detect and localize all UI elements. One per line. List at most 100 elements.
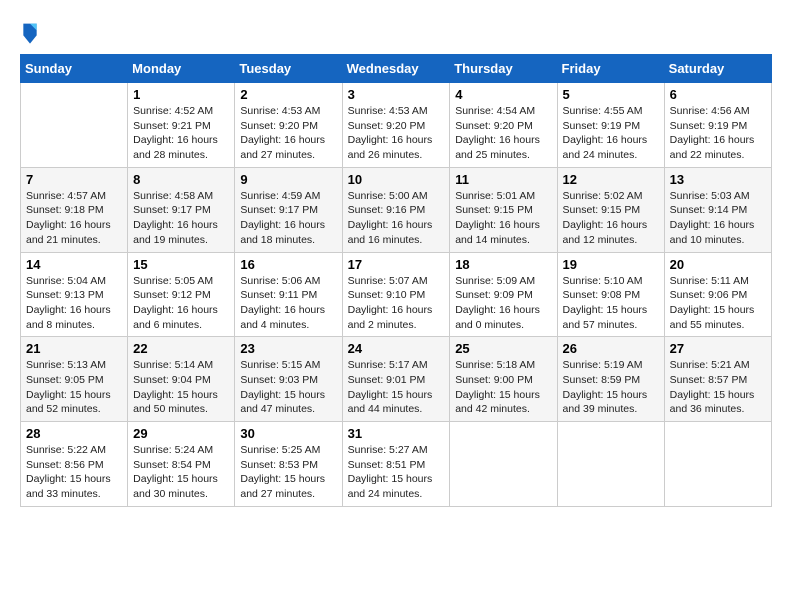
day-number: 1 [133,87,229,102]
day-number: 11 [455,172,551,187]
day-number: 15 [133,257,229,272]
day-number: 8 [133,172,229,187]
day-number: 14 [26,257,122,272]
day-number: 18 [455,257,551,272]
day-header-saturday: Saturday [664,55,771,83]
day-number: 23 [240,341,336,356]
cell-content: Sunrise: 4:54 AM Sunset: 9:20 PM Dayligh… [455,104,551,163]
day-number: 6 [670,87,766,102]
day-number: 10 [348,172,445,187]
calendar-cell: 17 Sunrise: 5:07 AM Sunset: 9:10 PM Dayli… [342,252,450,337]
day-number: 21 [26,341,122,356]
day-header-monday: Monday [128,55,235,83]
calendar-cell: 24Sunrise: 5:17 AM Sunset: 9:01 PM Dayli… [342,337,450,422]
cell-content: Sunrise: 5:01 AM Sunset: 9:15 PM Dayligh… [455,189,551,248]
cell-content: Sunrise: 4:56 AM Sunset: 9:19 PM Dayligh… [670,104,766,163]
cell-content: Sunrise: 5:07 AM Sunset: 9:10 PM Dayligh… [348,274,445,333]
cell-content: Sunrise: 5:04 AM Sunset: 9:13 PM Dayligh… [26,274,122,333]
day-number: 28 [26,426,122,441]
day-number: 9 [240,172,336,187]
cell-content: Sunrise: 5:03 AM Sunset: 9:14 PM Dayligh… [670,189,766,248]
calendar-cell: 18 Sunrise: 5:09 AM Sunset: 9:09 PM Dayli… [450,252,557,337]
day-number: 26 [563,341,659,356]
cell-content: Sunrise: 4:59 AM Sunset: 9:17 PM Dayligh… [240,189,336,248]
calendar-cell: 13 Sunrise: 5:03 AM Sunset: 9:14 PM Dayli… [664,167,771,252]
calendar-cell: 31 Sunrise: 5:27 AM Sunset: 8:51 PM Dayli… [342,422,450,507]
calendar-cell: 11 Sunrise: 5:01 AM Sunset: 9:15 PM Dayli… [450,167,557,252]
calendar-cell: 6 Sunrise: 4:56 AM Sunset: 9:19 PM Daylig… [664,83,771,168]
day-number: 24 [348,341,445,356]
day-number: 17 [348,257,445,272]
day-header-friday: Friday [557,55,664,83]
day-header-tuesday: Tuesday [235,55,342,83]
calendar-cell [21,83,128,168]
cell-content: Sunrise: 5:09 AM Sunset: 9:09 PM Dayligh… [455,274,551,333]
cell-content: Sunrise: 5:11 AM Sunset: 9:06 PM Dayligh… [670,274,766,333]
calendar-cell: 8 Sunrise: 4:58 AM Sunset: 9:17 PM Daylig… [128,167,235,252]
cell-content: Sunrise: 5:25 AM Sunset: 8:53 PM Dayligh… [240,443,336,502]
calendar-table: SundayMondayTuesdayWednesdayThursdayFrid… [20,54,772,507]
calendar-cell [557,422,664,507]
cell-content: Sunrise: 5:18 AM Sunset: 9:00 PM Dayligh… [455,358,551,417]
logo-icon [20,20,40,44]
calendar-cell: 15 Sunrise: 5:05 AM Sunset: 9:12 PM Dayli… [128,252,235,337]
day-number: 13 [670,172,766,187]
cell-content: Sunrise: 5:27 AM Sunset: 8:51 PM Dayligh… [348,443,445,502]
cell-content: Sunrise: 5:05 AM Sunset: 9:12 PM Dayligh… [133,274,229,333]
calendar-cell: 12 Sunrise: 5:02 AM Sunset: 9:15 PM Dayli… [557,167,664,252]
day-header-sunday: Sunday [21,55,128,83]
day-number: 25 [455,341,551,356]
cell-content: Sunrise: 5:21 AM Sunset: 8:57 PM Dayligh… [670,358,766,417]
day-header-wednesday: Wednesday [342,55,450,83]
calendar-cell: 20 Sunrise: 5:11 AM Sunset: 9:06 PM Dayli… [664,252,771,337]
cell-content: Sunrise: 5:10 AM Sunset: 9:08 PM Dayligh… [563,274,659,333]
calendar-cell: 2 Sunrise: 4:53 AM Sunset: 9:20 PM Daylig… [235,83,342,168]
calendar-cell [450,422,557,507]
calendar-cell: 9 Sunrise: 4:59 AM Sunset: 9:17 PM Daylig… [235,167,342,252]
calendar-cell: 21 Sunrise: 5:13 AM Sunset: 9:05 PM Dayli… [21,337,128,422]
cell-content: Sunrise: 4:55 AM Sunset: 9:19 PM Dayligh… [563,104,659,163]
calendar-cell: 25 Sunrise: 5:18 AM Sunset: 9:00 PM Dayli… [450,337,557,422]
day-number: 20 [670,257,766,272]
day-number: 2 [240,87,336,102]
day-header-thursday: Thursday [450,55,557,83]
cell-content: Sunrise: 5:14 AM Sunset: 9:04 PM Dayligh… [133,358,229,417]
cell-content: Sunrise: 4:53 AM Sunset: 9:20 PM Dayligh… [240,104,336,163]
cell-content: Sunrise: 4:52 AM Sunset: 9:21 PM Dayligh… [133,104,229,163]
calendar-cell: 22 Sunrise: 5:14 AM Sunset: 9:04 PM Dayli… [128,337,235,422]
calendar-cell: 30 Sunrise: 5:25 AM Sunset: 8:53 PM Dayli… [235,422,342,507]
day-number: 16 [240,257,336,272]
logo [20,20,44,44]
cell-content: Sunrise: 5:00 AM Sunset: 9:16 PM Dayligh… [348,189,445,248]
calendar-cell: 10 Sunrise: 5:00 AM Sunset: 9:16 PM Dayli… [342,167,450,252]
cell-content: Sunrise: 5:24 AM Sunset: 8:54 PM Dayligh… [133,443,229,502]
calendar-cell: 5Sunrise: 4:55 AM Sunset: 9:19 PM Daylig… [557,83,664,168]
day-number: 27 [670,341,766,356]
day-number: 30 [240,426,336,441]
calendar-cell [664,422,771,507]
day-number: 3 [348,87,445,102]
day-number: 7 [26,172,122,187]
week-row-2: 7Sunrise: 4:57 AM Sunset: 9:18 PM Daylig… [21,167,772,252]
day-number: 4 [455,87,551,102]
calendar-cell: 23 Sunrise: 5:15 AM Sunset: 9:03 PM Dayli… [235,337,342,422]
cell-content: Sunrise: 5:02 AM Sunset: 9:15 PM Dayligh… [563,189,659,248]
week-row-4: 21 Sunrise: 5:13 AM Sunset: 9:05 PM Dayli… [21,337,772,422]
calendar-cell: 26Sunrise: 5:19 AM Sunset: 8:59 PM Dayli… [557,337,664,422]
cell-content: Sunrise: 4:58 AM Sunset: 9:17 PM Dayligh… [133,189,229,248]
header [20,20,772,44]
calendar-cell: 16Sunrise: 5:06 AM Sunset: 9:11 PM Dayli… [235,252,342,337]
week-row-3: 14 Sunrise: 5:04 AM Sunset: 9:13 PM Dayli… [21,252,772,337]
calendar-cell: 14 Sunrise: 5:04 AM Sunset: 9:13 PM Dayli… [21,252,128,337]
cell-content: Sunrise: 4:53 AM Sunset: 9:20 PM Dayligh… [348,104,445,163]
calendar-cell: 27 Sunrise: 5:21 AM Sunset: 8:57 PM Dayli… [664,337,771,422]
day-number: 12 [563,172,659,187]
day-number: 22 [133,341,229,356]
day-number: 31 [348,426,445,441]
calendar-cell: 19Sunrise: 5:10 AM Sunset: 9:08 PM Dayli… [557,252,664,337]
calendar-cell: 1 Sunrise: 4:52 AM Sunset: 9:21 PM Daylig… [128,83,235,168]
cell-content: Sunrise: 5:13 AM Sunset: 9:05 PM Dayligh… [26,358,122,417]
week-row-5: 28Sunrise: 5:22 AM Sunset: 8:56 PM Dayli… [21,422,772,507]
cell-content: Sunrise: 5:15 AM Sunset: 9:03 PM Dayligh… [240,358,336,417]
day-number: 29 [133,426,229,441]
